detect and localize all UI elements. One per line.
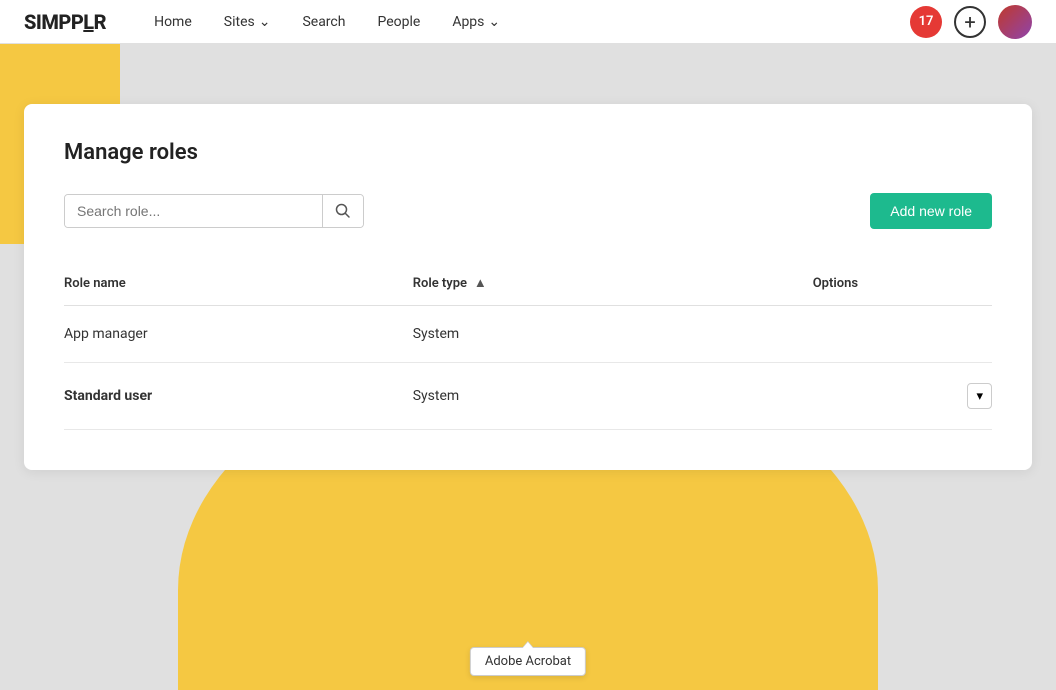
- nav-people[interactable]: People: [377, 14, 420, 30]
- options-cell: ▾: [813, 363, 992, 430]
- sort-role-type-icon[interactable]: ▲: [470, 273, 490, 293]
- add-new-role-button[interactable]: Add new role: [870, 193, 992, 229]
- col-header-options: Options: [813, 261, 992, 306]
- search-icon: [335, 203, 351, 219]
- row-options-dropdown[interactable]: ▾: [967, 383, 992, 409]
- brand-logo[interactable]: SIMPPLR: [24, 10, 106, 34]
- col-header-role-type: Role type ▲: [413, 261, 813, 306]
- search-role-input[interactable]: [65, 195, 322, 227]
- role-name-cell: Standard user: [64, 363, 413, 430]
- chevron-down-icon: ⌄: [259, 14, 271, 30]
- chevron-down-icon: ⌄: [488, 14, 500, 30]
- nav-sites[interactable]: Sites ⌄: [224, 14, 271, 30]
- table-row: Standard user System ▾: [64, 363, 992, 430]
- table-row: App manager System: [64, 306, 992, 363]
- add-button[interactable]: +: [954, 6, 986, 38]
- search-button[interactable]: [322, 195, 363, 227]
- card-toolbar: Add new role: [64, 193, 992, 229]
- chevron-down-icon: ▾: [976, 388, 983, 404]
- options-cell: [813, 306, 992, 363]
- role-type-cell: System: [413, 306, 813, 363]
- manage-roles-card: Manage roles Add new role Role name: [24, 104, 1032, 470]
- nav-apps[interactable]: Apps ⌄: [452, 14, 500, 30]
- nav-links: Home Sites ⌄ Search People Apps ⌄: [154, 14, 910, 30]
- role-type-cell: System: [413, 363, 813, 430]
- page-title: Manage roles: [64, 140, 992, 165]
- role-name-cell: App manager: [64, 306, 413, 363]
- notification-badge[interactable]: 17: [910, 6, 942, 38]
- background-area: Manage roles Add new role Role name: [0, 44, 1056, 690]
- search-box: [64, 194, 364, 228]
- nav-actions: 17 +: [910, 5, 1032, 39]
- adobe-acrobat-tooltip: Adobe Acrobat: [470, 647, 586, 676]
- navbar: SIMPPLR Home Sites ⌄ Search People Apps …: [0, 0, 1056, 44]
- avatar[interactable]: [998, 5, 1032, 39]
- nav-search[interactable]: Search: [302, 14, 345, 30]
- roles-table: Role name Role type ▲ Options App manage…: [64, 261, 992, 430]
- nav-home[interactable]: Home: [154, 14, 192, 30]
- col-header-role-name: Role name: [64, 261, 413, 306]
